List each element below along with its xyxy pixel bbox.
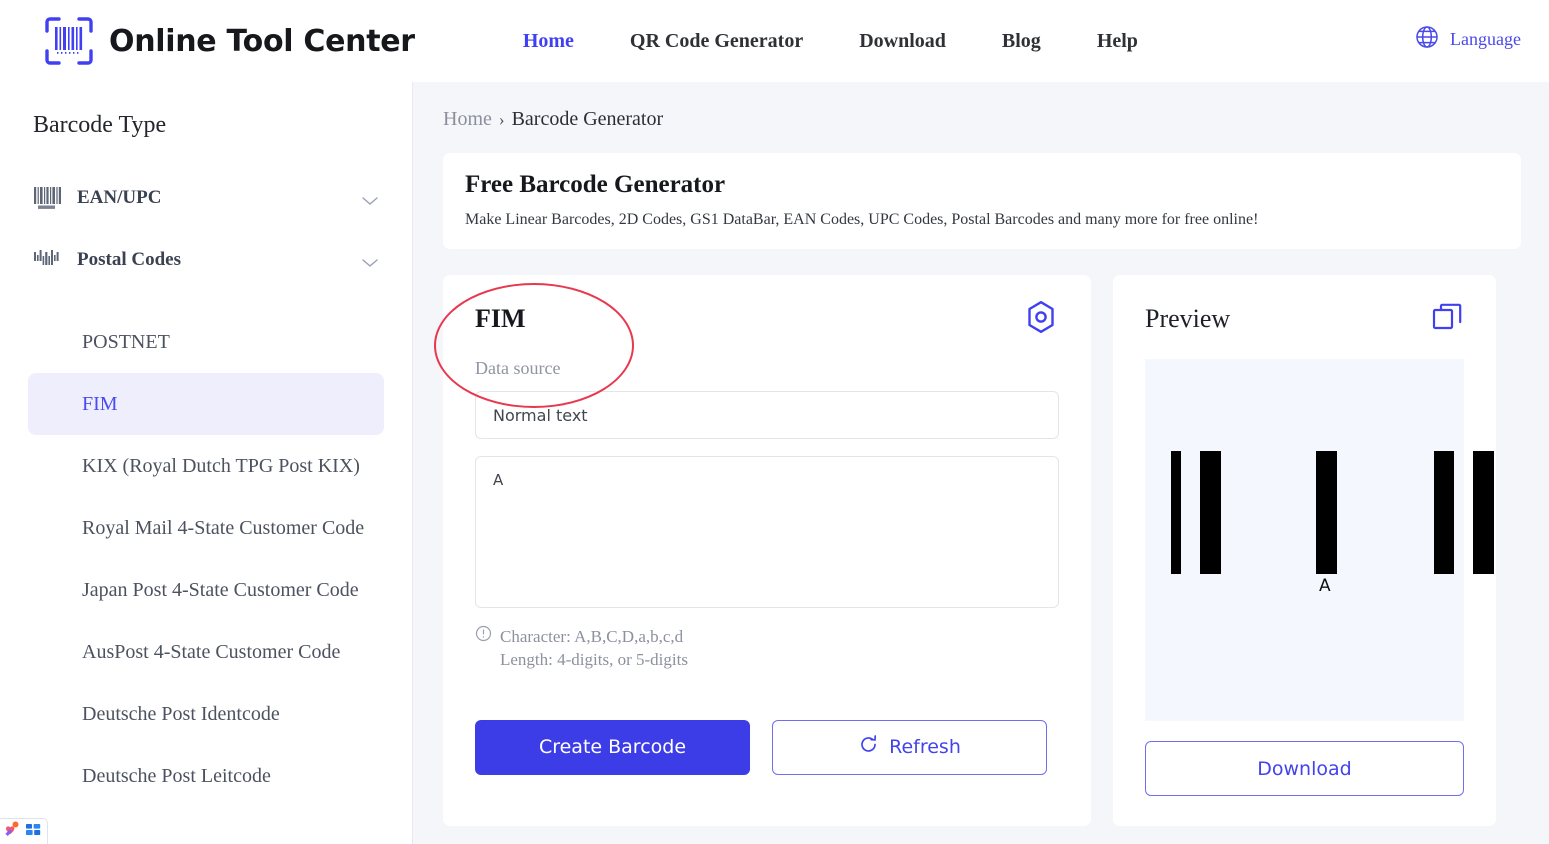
barcode-bar [1316, 451, 1337, 574]
breadcrumb: Home › Barcode Generator [443, 108, 1521, 131]
barcode-icon [33, 185, 63, 211]
barcode-preview: A [1145, 359, 1494, 721]
refresh-icon [858, 734, 879, 760]
barcode-scan-icon [43, 15, 95, 67]
main-content: Home › Barcode Generator Free Barcode Ge… [413, 82, 1549, 844]
download-button[interactable]: Download [1145, 741, 1464, 796]
generator-panel: FIM Data source Normal text A Character:… [443, 275, 1091, 826]
create-barcode-button[interactable]: Create Barcode [475, 719, 750, 775]
refresh-label: Refresh [889, 736, 961, 759]
data-source-select[interactable]: Normal text [475, 391, 1059, 439]
sidebar-item-fim[interactable]: FIM [28, 373, 384, 435]
sidebar-item-postnet[interactable]: POSTNET [28, 311, 384, 373]
sidebar-item-deutsche-post-leitcode[interactable]: Deutsche Post Leitcode [28, 745, 384, 807]
chevron-down-icon [361, 193, 379, 205]
barcode-bar [1434, 451, 1454, 574]
site-header: Online Tool Center Home QR Code Generato… [0, 0, 1549, 82]
globe-icon [1414, 24, 1440, 55]
input-hint: Character: A,B,C,D,a,b,c,d Length: 4-dig… [475, 625, 1059, 672]
data-source-label: Data source [475, 358, 561, 378]
sidebar-item-royal-mail-4-state[interactable]: Royal Mail 4-State Customer Code [28, 497, 384, 559]
nav-item-blog[interactable]: Blog [974, 30, 1069, 53]
generator-header: FIM [475, 297, 1059, 341]
nav-item-download[interactable]: Download [831, 30, 974, 53]
hint-text: Character: A,B,C,D,a,b,c,d Length: 4-dig… [500, 625, 688, 672]
barcode-bar [1473, 451, 1494, 574]
sidebar-title: Barcode Type [33, 112, 167, 138]
postal-barcode-icon [33, 247, 63, 273]
copy-icon[interactable] [1430, 300, 1464, 339]
page-title: Free Barcode Generator [465, 171, 726, 198]
data-source-value: Normal text [493, 405, 588, 425]
generator-title: FIM [475, 304, 526, 333]
nav-item-qr-code-generator[interactable]: QR Code Generator [602, 30, 831, 53]
sidebar-group-label: Postal Codes [77, 249, 181, 270]
sidebar: Barcode Type EAN/UPC Postal Codes POSTNE… [0, 82, 413, 844]
main-nav: Home QR Code Generator Download Blog Hel… [495, 30, 1166, 53]
breadcrumb-home-link[interactable]: Home [443, 108, 492, 131]
refresh-button[interactable]: Refresh [772, 719, 1047, 775]
brand-logo-link[interactable]: Online Tool Center [43, 15, 415, 67]
breadcrumb-current: Barcode Generator [511, 108, 664, 130]
sidebar-item-kix[interactable]: KIX (Royal Dutch TPG Post KIX) [28, 435, 384, 497]
hexagon-settings-icon[interactable] [1023, 299, 1059, 340]
page-body: Barcode Type EAN/UPC Postal Codes POSTNE… [0, 82, 1549, 844]
action-buttons: Create Barcode Refresh [475, 719, 1059, 775]
barcode-value-label: A [1319, 576, 1331, 596]
brand-name: Online Tool Center [109, 23, 415, 59]
language-label: Language [1450, 29, 1521, 49]
hint-line-character: Character: A,B,C,D,a,b,c,d [500, 627, 684, 646]
preview-panel: Preview A Download [1113, 275, 1496, 826]
barcode-content-input[interactable]: A [475, 456, 1059, 608]
sidebar-item-japan-post-4-state[interactable]: Japan Post 4-State Customer Code [28, 559, 384, 621]
barcode-bar [1171, 451, 1181, 574]
nav-item-help[interactable]: Help [1069, 30, 1166, 53]
preview-title: Preview [1145, 304, 1231, 333]
hint-line-length: Length: 4-digits, or 5-digits [500, 650, 688, 670]
preview-header: Preview [1145, 297, 1464, 341]
sidebar-item-deutsche-post-identcode[interactable]: Deutsche Post Identcode [28, 683, 384, 745]
barcode-bar [1200, 451, 1221, 574]
chevron-down-icon [361, 255, 379, 267]
columns: FIM Data source Normal text A Character:… [443, 275, 1521, 826]
nav-item-home[interactable]: Home [495, 30, 602, 53]
info-circle-icon [475, 625, 492, 672]
sidebar-group-ean-upc[interactable]: EAN/UPC [33, 167, 379, 229]
sidebar-subitem-list: POSTNET FIM KIX (Royal Dutch TPG Post KI… [0, 311, 412, 807]
sidebar-item-auspost-4-state[interactable]: AusPost 4-State Customer Code [28, 621, 384, 683]
sidebar-group-postal-codes[interactable]: Postal Codes [33, 229, 379, 291]
breadcrumb-separator: › [498, 109, 505, 129]
hero-card: Free Barcode Generator Make Linear Barco… [443, 153, 1521, 249]
language-switcher[interactable]: Language [1414, 24, 1521, 55]
grid-apps-icon[interactable] [25, 822, 42, 842]
heart-cursor-icon[interactable] [3, 821, 21, 842]
app-root: Online Tool Center Home QR Code Generato… [0, 0, 1549, 844]
floating-widget[interactable] [0, 818, 48, 844]
page-subtitle: Make Linear Barcodes, 2D Codes, GS1 Data… [465, 211, 1259, 228]
sidebar-group-label: EAN/UPC [77, 187, 162, 208]
barcode-content-value: A [493, 471, 504, 489]
